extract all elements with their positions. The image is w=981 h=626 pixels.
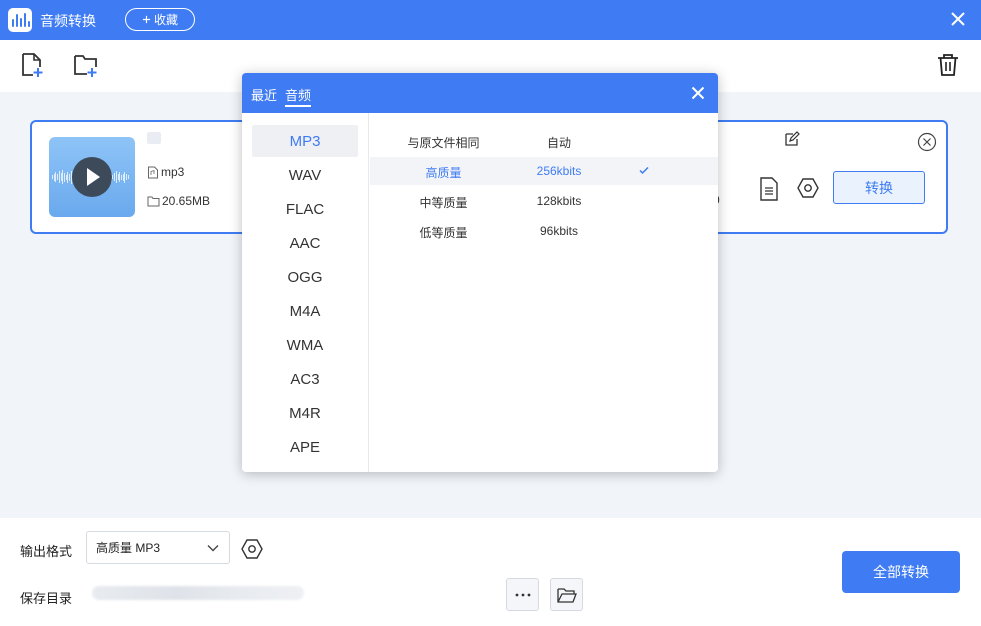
quality-name: 低等质量 <box>419 226 468 240</box>
hexagon-settings-icon[interactable] <box>797 177 819 199</box>
format-item-flac[interactable]: FLAC <box>252 193 358 225</box>
bottom-bar: 输出格式 高质量 MP3 保存目录 全部转换 <box>0 518 981 626</box>
quality-bitrate: 256kbits <box>536 164 582 178</box>
output-format-label: 输出格式 <box>20 544 73 559</box>
convert-button[interactable]: 转换 <box>833 171 925 204</box>
quality-option[interactable]: 高质量 256kbits <box>370 157 718 185</box>
remove-circle-icon[interactable] <box>917 132 937 152</box>
app-window: 音频转换 收藏 mp3 20.65MB 转换 输出格式 高质量 MP3 保存目录… <box>0 0 981 626</box>
more-icon <box>515 593 530 596</box>
file-format: mp3 <box>161 165 185 179</box>
close-icon[interactable] <box>691 86 705 100</box>
save-dir-path[interactable] <box>92 586 304 600</box>
quality-bitrate: 96kbits <box>539 224 579 238</box>
file-size: 20.65MB <box>162 194 211 208</box>
favorite-button[interactable]: 收藏 <box>125 8 195 31</box>
folder-open-icon <box>556 587 577 603</box>
check-icon <box>639 166 649 175</box>
format-list: MP3 WAV FLAC AAC OGG M4A WMA AC3 M4R APE <box>242 113 369 472</box>
output-format-select[interactable]: 高质量 MP3 <box>86 531 230 564</box>
waveform-bar <box>127 175 129 179</box>
quality-bitrate: 128kbits <box>536 194 582 208</box>
file-icon <box>148 166 158 178</box>
format-item-ape[interactable]: APE <box>252 431 358 463</box>
format-item-m4r[interactable]: M4R <box>252 397 358 429</box>
document-settings-icon[interactable] <box>759 177 779 201</box>
chevron-down-icon <box>207 545 219 552</box>
quality-option[interactable]: 中等质量 128kbits <box>370 187 718 215</box>
more-button[interactable] <box>506 578 539 611</box>
folder-icon <box>147 196 160 207</box>
format-item-m4a[interactable]: M4A <box>252 295 358 327</box>
file-name <box>147 132 161 144</box>
play-icon[interactable] <box>72 157 112 197</box>
format-item-ogg[interactable]: OGG <box>252 261 358 293</box>
output-format-value: 高质量 MP3 <box>96 541 161 555</box>
format-item-wma[interactable]: WMA <box>252 329 358 361</box>
format-item-aac[interactable]: AAC <box>252 227 358 259</box>
save-dir-label: 保存目录 <box>20 591 73 606</box>
favorite-label: 收藏 <box>153 13 178 27</box>
audio-thumbnail <box>49 137 135 217</box>
close-icon[interactable] <box>949 10 967 28</box>
quality-name: 高质量 <box>425 166 462 180</box>
tab-audio[interactable]: 音频 <box>285 85 312 107</box>
format-item-mp3[interactable]: MP3 <box>252 125 358 157</box>
add-folder-icon[interactable] <box>73 52 99 78</box>
title-bar: 音频转换 收藏 <box>0 0 981 40</box>
edit-icon[interactable] <box>784 131 800 147</box>
output-settings-icon[interactable] <box>241 538 263 560</box>
file-format-row: mp3 <box>147 165 184 179</box>
quality-option[interactable]: 低等质量 96kbits <box>370 217 718 245</box>
convert-all-button[interactable]: 全部转换 <box>842 551 960 593</box>
quality-bitrate: 自动 <box>546 136 571 150</box>
tab-recent[interactable]: 最近 <box>251 85 277 104</box>
quality-name: 中等质量 <box>419 196 468 210</box>
quality-name: 与原文件相同 <box>407 136 480 150</box>
file-size-row: 20.65MB <box>147 194 210 208</box>
quality-option[interactable]: 与原文件相同 自动 <box>370 127 718 155</box>
add-file-icon[interactable] <box>19 52 45 78</box>
format-item-wav[interactable]: WAV <box>252 159 358 191</box>
format-item-ac3[interactable]: AC3 <box>252 363 358 395</box>
format-dialog: 最近 音频 MP3 WAV FLAC AAC OGG M4A WMA AC3 M4R APE 与原… <box>242 73 718 472</box>
open-folder-button[interactable] <box>550 578 583 611</box>
plus-icon <box>142 15 151 24</box>
dialog-header: 最近 音频 <box>242 73 718 113</box>
app-title: 音频转换 <box>40 13 96 29</box>
app-logo-icon <box>8 8 32 32</box>
trash-icon[interactable] <box>935 52 961 78</box>
